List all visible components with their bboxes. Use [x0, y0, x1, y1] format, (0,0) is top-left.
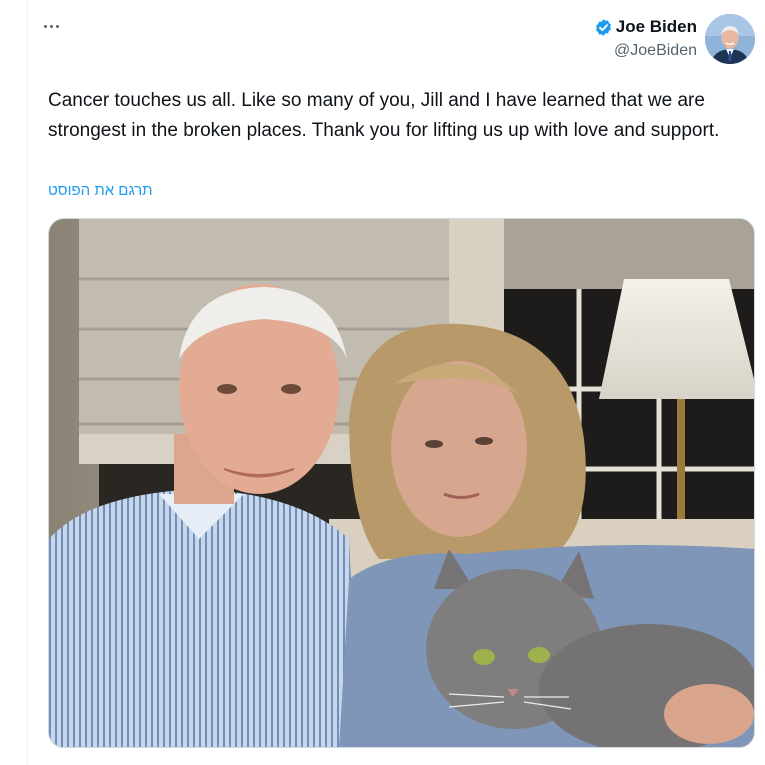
- avatar-image: [705, 14, 755, 64]
- tweet-photo-image: [49, 219, 754, 747]
- more-options-button[interactable]: [44, 14, 74, 38]
- verified-badge-icon: [595, 18, 611, 36]
- tweet-text: Cancer touches us all. Like so many of y…: [48, 90, 720, 141]
- author-handle[interactable]: @JoeBiden: [594, 42, 697, 60]
- translate-post-link[interactable]: תרגם את הפוסט: [48, 182, 152, 199]
- tweet-card: Joe Biden @JoeBiden Cancer touches us al…: [0, 0, 765, 765]
- timeline-divider: [27, 0, 28, 765]
- tweet-author[interactable]: Joe Biden @JoeBiden: [594, 16, 697, 60]
- more-options-icon: [44, 24, 59, 28]
- avatar[interactable]: [705, 14, 755, 64]
- tweet-photo[interactable]: [48, 218, 755, 748]
- author-name[interactable]: Joe Biden: [616, 17, 697, 37]
